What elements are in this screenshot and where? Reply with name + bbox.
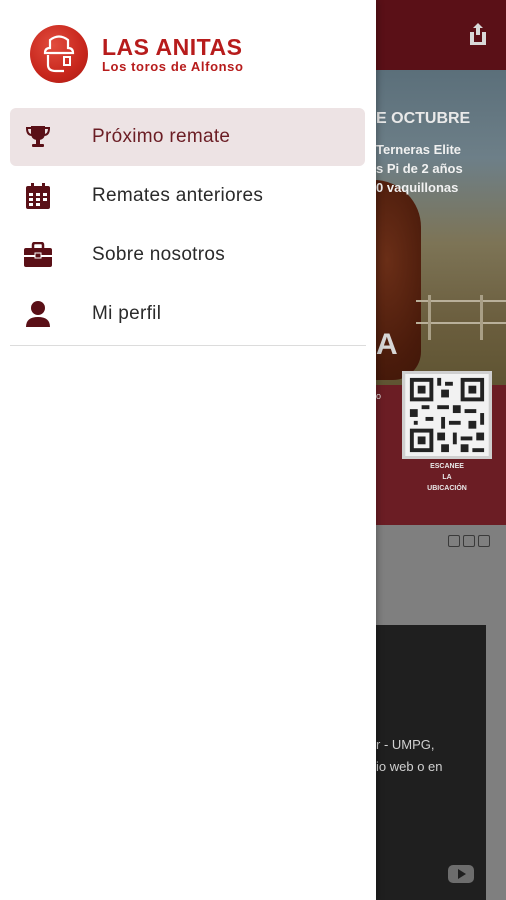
promo-fragment: o — [376, 391, 382, 401]
brand-name: LAS ANITAS — [102, 33, 243, 60]
navigation-drawer: LAS ANITAS Los toros de Alfonso Próximo … — [0, 0, 376, 900]
banner-line-3: 0 vaquillonas — [376, 180, 459, 195]
menu-item-remates-anteriores[interactable]: Remates anteriores — [10, 167, 365, 225]
menu-label: Sobre nosotros — [92, 244, 226, 265]
calendar-icon — [26, 183, 50, 209]
share-icon[interactable] — [468, 22, 488, 46]
hat-logo-icon — [43, 35, 75, 73]
banner-line-2: s Pi de 2 años — [376, 161, 463, 176]
twitter-icon[interactable] — [448, 535, 460, 547]
qr-caption: ESCANEE LA UBICACIÓN — [427, 463, 467, 492]
menu-divider — [10, 345, 366, 346]
social-links — [448, 535, 490, 547]
background-content: E OCTUBRE Terneras Elite s Pi de 2 años … — [376, 0, 506, 900]
youtube-icon[interactable] — [448, 865, 474, 883]
menu-item-proximo-remate[interactable]: Próximo remate — [10, 108, 365, 166]
location-promo: o ESCANEE LA UBICACIÓN — [376, 371, 506, 525]
video-embed[interactable]: r - UMPG, io web o en — [376, 625, 486, 900]
brand-logo — [30, 25, 88, 83]
app-header — [376, 0, 506, 70]
menu-label: Remates anteriores — [92, 185, 264, 206]
person-icon — [26, 301, 50, 327]
trophy-icon — [25, 126, 51, 147]
drawer-menu: Próximo remate Remates anteriores Sobre … — [10, 108, 365, 344]
video-text-2: io web o en — [376, 759, 443, 774]
menu-label: Próximo remate — [92, 126, 231, 147]
banner-title: E OCTUBRE — [376, 110, 471, 127]
menu-label: Mi perfil — [92, 303, 162, 324]
promo-banner[interactable]: E OCTUBRE Terneras Elite s Pi de 2 años … — [376, 70, 506, 385]
video-text-1: r - UMPG, — [376, 737, 435, 752]
banner-line-1: Terneras Elite — [376, 142, 462, 157]
instagram-icon[interactable] — [478, 535, 490, 547]
qr-code[interactable] — [402, 371, 492, 459]
banner-big-letter: A — [376, 328, 398, 361]
facebook-icon[interactable] — [463, 535, 475, 547]
menu-item-mi-perfil[interactable]: Mi perfil — [10, 285, 365, 343]
brand-header: LAS ANITAS Los toros de Alfonso — [30, 25, 244, 83]
qr-code-image — [406, 374, 488, 456]
brand-tagline: Los toros de Alfonso — [102, 58, 244, 74]
briefcase-icon — [24, 242, 52, 267]
menu-item-sobre-nosotros[interactable]: Sobre nosotros — [10, 226, 365, 284]
